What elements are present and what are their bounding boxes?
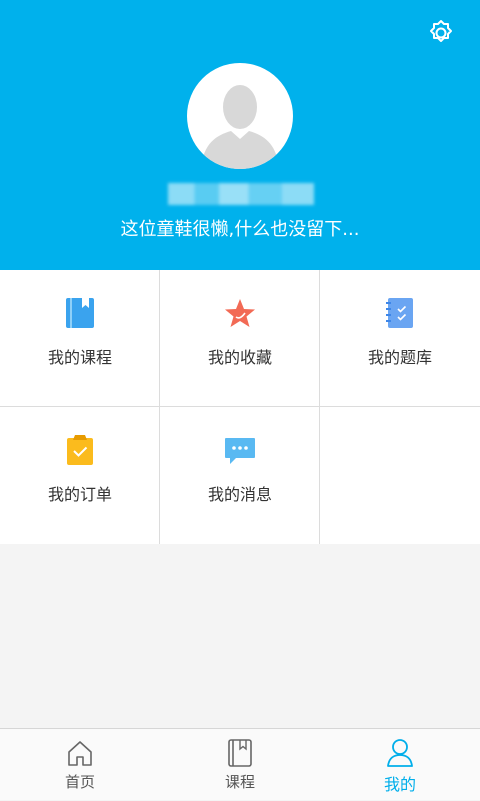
gear-icon: [430, 20, 452, 42]
profile-signature: 这位童鞋很懒,什么也没留下...: [120, 219, 360, 240]
tab-label: 课程: [224, 773, 255, 791]
menu-item-my-orders[interactable]: 我的订单: [0, 407, 160, 544]
profile-header: 这位童鞋很懒,什么也没留下...: [0, 0, 480, 270]
grid-divider: [0, 406, 480, 407]
clipboard-icon: [64, 433, 96, 467]
chat-bubble-icon: [224, 433, 256, 467]
menu-item-my-question-bank[interactable]: 我的题库: [320, 270, 480, 407]
tab-mine[interactable]: 我的: [320, 729, 480, 801]
menu-item-label: 我的题库: [367, 348, 432, 367]
tab-home[interactable]: 首页: [0, 729, 160, 801]
menu-item-label: 我的收藏: [207, 348, 272, 367]
tab-label: 我的: [383, 775, 416, 794]
menu-item-my-messages[interactable]: 我的消息: [160, 407, 320, 544]
username: [168, 183, 314, 205]
avatar[interactable]: [187, 63, 293, 169]
star-icon: [224, 296, 256, 330]
person-icon: [386, 737, 414, 769]
grid-divider: [319, 270, 320, 544]
home-icon: [66, 737, 94, 769]
menu-item-label: 我的消息: [207, 485, 272, 504]
notebook-icon: [384, 296, 416, 330]
bottom-tab-bar: 首页 课程 我的: [0, 728, 480, 800]
menu-grid: 我的课程 我的收藏 我的题库 我的订单 我的消息: [0, 270, 480, 544]
menu-item-label: 我的订单: [47, 485, 112, 504]
book-icon: [64, 296, 96, 330]
grid-divider: [159, 270, 160, 544]
menu-empty-cell: [320, 407, 480, 544]
settings-button[interactable]: [424, 16, 458, 50]
default-avatar-icon: [201, 85, 279, 169]
menu-item-my-favorites[interactable]: 我的收藏: [160, 270, 320, 407]
menu-item-label: 我的课程: [47, 348, 112, 367]
tab-courses[interactable]: 课程: [160, 729, 320, 801]
menu-item-my-courses[interactable]: 我的课程: [0, 270, 160, 407]
book-icon: [226, 737, 254, 769]
tab-label: 首页: [64, 773, 95, 791]
